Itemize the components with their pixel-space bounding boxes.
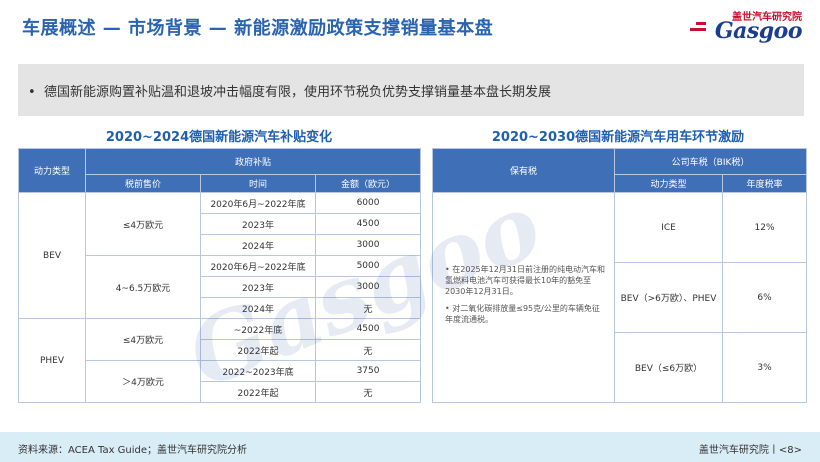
amount-cell: 无 xyxy=(314,381,422,403)
header-time: 时间 xyxy=(200,174,316,193)
price-cell: ≤4万欧元 xyxy=(85,318,201,361)
bullet: • xyxy=(445,265,450,274)
power-type-cell: BEV（≤6万欧） xyxy=(614,332,723,403)
rate-cell: 6% xyxy=(721,262,808,333)
amount-cell: 4500 xyxy=(314,318,422,340)
page-title: 车展概述 — 市场背景 — 新能源激励政策支撑销量基本盘 xyxy=(22,18,494,39)
time-cell: 2024年 xyxy=(200,297,316,319)
time-cell: 2022年起 xyxy=(200,381,316,403)
time-cell: 2020年6月~2022年底 xyxy=(200,255,316,277)
header-amount: 金额（欧元） xyxy=(314,174,422,193)
header-price: 税前售价 xyxy=(85,174,201,193)
time-cell: 2023年 xyxy=(200,213,316,235)
left-table-title: 2020~2024德国新能源汽车补贴变化 xyxy=(105,130,333,145)
table-row: BEV ≤4万欧元 2020年6月~2022年底 6000 xyxy=(18,192,422,319)
summary-banner: • 德国新能源购置补贴温和退坡冲击幅度有限，使用环节税负优势支撑销量基本盘长期发… xyxy=(18,64,804,116)
bullet: • xyxy=(445,304,450,313)
power-type-cell: ICE xyxy=(614,192,723,263)
logo-mark-lower xyxy=(690,28,706,31)
amount-cell: 无 xyxy=(314,339,422,361)
time-cell: 2023年 xyxy=(200,276,316,298)
price-cell: 4~6.5万欧元 xyxy=(85,255,201,319)
header-vehicle-tax: 保有税 xyxy=(432,148,615,193)
summary-text-content: 德国新能源购置补贴温和退坡冲击幅度有限，使用环节税负优势支撑销量基本盘长期发展 xyxy=(43,85,551,100)
price-cell: ≤4万欧元 xyxy=(85,192,201,256)
time-cell: 2020年6月~2022年底 xyxy=(200,192,316,214)
header-gov-subsidy: 政府补贴 xyxy=(84,148,422,175)
logo-mark xyxy=(696,22,706,25)
table-row: • 在2025年12月31日前注册的纯电动汽车和氢燃料电池汽车可获得最长10年的… xyxy=(432,192,808,403)
table-row: PHEV ≤4万欧元 ~2022年底 4500 xyxy=(18,318,422,403)
amount-cell: 6000 xyxy=(314,192,422,214)
summary-text: • 德国新能源购置补贴温和退坡冲击幅度有限，使用环节税负优势支撑销量基本盘长期发… xyxy=(28,81,551,100)
note-text: 在2025年12月31日前注册的纯电动汽车和氢燃料电池汽车可获得最长10年的豁免… xyxy=(445,265,605,296)
amount-cell: 无 xyxy=(314,297,422,319)
type-cell: BEV xyxy=(18,192,86,319)
subsidy-table: 动力类型 政府补贴 税前售价 时间 金额（欧元） BEV ≤4万欧元 2020年… xyxy=(18,148,422,403)
time-cell: 2022年起 xyxy=(200,339,316,361)
page-number: 盖世汽车研究院丨<8> xyxy=(698,445,802,456)
amount-cell: 3750 xyxy=(314,360,422,382)
header-power-type: 动力类型 xyxy=(18,148,86,193)
note-item: • 在2025年12月31日前注册的纯电动汽车和氢燃料电池汽车可获得最长10年的… xyxy=(445,264,606,297)
rate-cell: 3% xyxy=(721,332,808,403)
right-table-title: 2020~2030德国新能源汽车用车环节激励 xyxy=(491,130,745,145)
note-item: • 对二氧化碳排放量≤95克/公里的车辆免征年度流通税。 xyxy=(445,303,606,325)
gasgoo-logo: 盖世汽车研究院 Gasgoo xyxy=(682,8,803,48)
type-cell: PHEV xyxy=(18,318,86,403)
header-annual-rate: 年度税率 xyxy=(721,174,808,193)
time-cell: 2024年 xyxy=(200,234,316,256)
amount-cell: 3000 xyxy=(314,276,422,298)
amount-cell: 4500 xyxy=(314,213,422,235)
amount-cell: 3000 xyxy=(314,234,422,256)
price-cell: ＞4万欧元 xyxy=(85,360,201,403)
footer: 资料来源：ACEA Tax Guide；盖世汽车研究院分析 盖世汽车研究院丨<8… xyxy=(0,432,820,462)
note-text: 对二氧化碳排放量≤95克/公里的车辆免征年度流通税。 xyxy=(445,304,600,324)
rate-cell: 12% xyxy=(721,192,808,263)
usage-incentive-table: 保有税 公司车税（BIK税） 动力类型 年度税率 • 在2025年12月31日前… xyxy=(432,148,808,403)
vehicle-tax-notes: • 在2025年12月31日前注册的纯电动汽车和氢燃料电池汽车可获得最长10年的… xyxy=(432,192,615,403)
header-company-car-tax: 公司车税（BIK税） xyxy=(613,148,808,175)
time-cell: ~2022年底 xyxy=(200,318,316,340)
time-cell: 2022~2023年底 xyxy=(200,360,316,382)
amount-cell: 5000 xyxy=(314,255,422,277)
power-type-cell: BEV（>6万欧）、PHEV xyxy=(614,262,723,333)
header-power-type: 动力类型 xyxy=(614,174,723,193)
bullet: • xyxy=(28,85,36,100)
logo-en-text: Gasgoo xyxy=(714,18,803,44)
source-note: 资料来源：ACEA Tax Guide；盖世汽车研究院分析 xyxy=(18,445,248,456)
